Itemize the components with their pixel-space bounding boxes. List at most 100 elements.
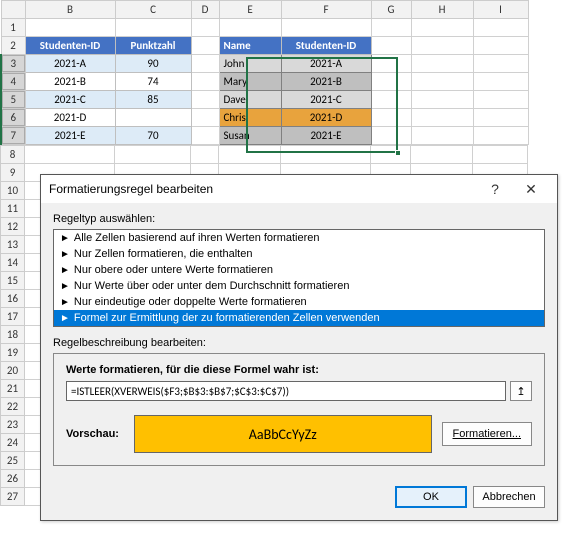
cell-highlighted[interactable]: Chris xyxy=(219,109,281,127)
cell[interactable] xyxy=(371,91,411,109)
cell[interactable]: 2021-A xyxy=(25,55,115,73)
cell[interactable] xyxy=(411,91,473,109)
cell[interactable]: 2021-C xyxy=(281,91,371,109)
row-header-20[interactable]: 20 xyxy=(1,362,25,380)
cell[interactable] xyxy=(473,37,528,55)
ruletype-item[interactable]: ►Nur eindeutige oder doppelte Werte form… xyxy=(54,294,544,310)
close-button[interactable]: ✕ xyxy=(513,176,549,202)
table2-header-id[interactable]: Studenten-ID xyxy=(281,37,371,55)
table2-header-name[interactable]: Name xyxy=(219,37,281,55)
row-header-12[interactable]: 12 xyxy=(1,218,25,236)
row-header-1[interactable]: 1 xyxy=(1,19,25,37)
cell[interactable] xyxy=(25,19,115,37)
cell[interactable] xyxy=(191,37,219,55)
cell[interactable] xyxy=(371,55,411,73)
cell[interactable] xyxy=(219,19,281,37)
cell[interactable] xyxy=(191,91,219,109)
cell[interactable] xyxy=(411,146,473,164)
row-header-22[interactable]: 22 xyxy=(1,398,25,416)
help-button[interactable]: ? xyxy=(477,176,513,202)
cell[interactable] xyxy=(281,146,371,164)
ruletype-item[interactable]: ►Nur obere oder untere Werte formatieren xyxy=(54,262,544,278)
row-header-26[interactable]: 26 xyxy=(1,470,25,488)
row-header-27[interactable]: 27 xyxy=(1,488,25,506)
col-header-H[interactable]: H xyxy=(411,1,473,19)
cell[interactable] xyxy=(371,37,411,55)
col-header-E[interactable]: E xyxy=(219,1,281,19)
col-header-F[interactable]: F xyxy=(281,1,371,19)
cell[interactable] xyxy=(115,19,191,37)
cell[interactable] xyxy=(473,109,528,127)
cell[interactable] xyxy=(473,146,528,164)
cell[interactable]: 2021-B xyxy=(25,73,115,91)
cell[interactable] xyxy=(473,19,528,37)
cell[interactable] xyxy=(371,127,411,145)
row-header-13[interactable]: 13 xyxy=(1,236,25,254)
cell[interactable] xyxy=(281,19,371,37)
row-header-6[interactable]: 6 xyxy=(1,109,25,127)
ruletype-item[interactable]: ►Nur Zellen formatieren, die enthalten xyxy=(54,246,544,262)
cell[interactable] xyxy=(411,55,473,73)
cell[interactable] xyxy=(411,73,473,91)
table1-header-id[interactable]: Studenten-ID xyxy=(25,37,115,55)
cell[interactable]: 2021-A xyxy=(281,55,371,73)
cell[interactable] xyxy=(411,19,473,37)
cancel-button[interactable]: Abbrechen xyxy=(473,486,545,508)
cell[interactable] xyxy=(191,55,219,73)
row-header-11[interactable]: 11 xyxy=(1,200,25,218)
ruletype-item[interactable]: ►Alle Zellen basierend auf ihren Werten … xyxy=(54,230,544,246)
row-header-3[interactable]: 3 xyxy=(1,55,25,73)
cell[interactable]: 2021-E xyxy=(25,127,115,145)
cell[interactable]: Dave xyxy=(219,91,281,109)
col-header-G[interactable]: G xyxy=(371,1,411,19)
row-header-8[interactable]: 8 xyxy=(1,146,25,164)
cell[interactable]: 2021-E xyxy=(281,127,371,145)
cell[interactable] xyxy=(371,146,411,164)
row-header-21[interactable]: 21 xyxy=(1,380,25,398)
cell-highlighted[interactable]: 2021-D xyxy=(281,109,371,127)
col-header-C[interactable]: C xyxy=(115,1,191,19)
row-header-9[interactable]: 9 xyxy=(1,164,25,182)
cell[interactable] xyxy=(115,146,191,164)
row-header-7[interactable]: 7 xyxy=(1,127,25,145)
cell[interactable] xyxy=(25,146,115,164)
row-header-18[interactable]: 18 xyxy=(1,326,25,344)
table1-header-score[interactable]: Punktzahl xyxy=(115,37,191,55)
cell[interactable]: 2021-D xyxy=(25,109,115,127)
cell[interactable] xyxy=(371,73,411,91)
ruletype-item-selected[interactable]: ►Formel zur Ermittlung der zu formatiere… xyxy=(54,310,544,326)
cell[interactable]: Susan xyxy=(219,127,281,145)
cell[interactable] xyxy=(473,73,528,91)
cell[interactable] xyxy=(473,127,528,145)
col-header-D[interactable]: D xyxy=(191,1,219,19)
row-header-2[interactable]: 2 xyxy=(1,37,25,55)
cell[interactable] xyxy=(473,91,528,109)
ruletype-item[interactable]: ►Nur Werte über oder unter dem Durchschn… xyxy=(54,278,544,294)
cell[interactable] xyxy=(191,19,219,37)
cell[interactable]: 85 xyxy=(115,91,191,109)
row-header-16[interactable]: 16 xyxy=(1,290,25,308)
row-header-10[interactable]: 10 xyxy=(1,182,25,200)
ok-button[interactable]: OK xyxy=(395,486,467,508)
cell[interactable] xyxy=(371,109,411,127)
cell[interactable]: Mary xyxy=(219,73,281,91)
cell[interactable]: 2021-C xyxy=(25,91,115,109)
cell[interactable] xyxy=(411,37,473,55)
formula-input[interactable] xyxy=(66,381,506,401)
cell[interactable] xyxy=(371,19,411,37)
cell[interactable] xyxy=(191,73,219,91)
cell[interactable] xyxy=(191,127,219,145)
cell[interactable] xyxy=(411,127,473,145)
cell[interactable]: 70 xyxy=(115,127,191,145)
cell[interactable]: 2021-B xyxy=(281,73,371,91)
row-header-15[interactable]: 15 xyxy=(1,272,25,290)
row-header-14[interactable]: 14 xyxy=(1,254,25,272)
cell[interactable] xyxy=(191,146,219,164)
corner-cell[interactable] xyxy=(1,1,25,19)
row-header-23[interactable]: 23 xyxy=(1,416,25,434)
cell[interactable]: 74 xyxy=(115,73,191,91)
format-button[interactable]: Formatieren... xyxy=(442,422,532,446)
row-header-5[interactable]: 5 xyxy=(1,91,25,109)
row-header-25[interactable]: 25 xyxy=(1,452,25,470)
col-header-B[interactable]: B xyxy=(25,1,115,19)
